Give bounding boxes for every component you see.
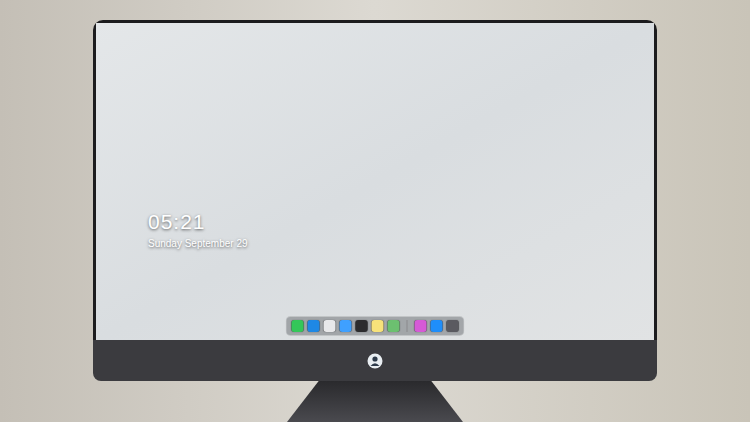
time: 05:21	[148, 209, 248, 235]
dock-separator	[407, 320, 408, 332]
date: Sunday September 29	[148, 237, 248, 251]
dock-app-icon[interactable]	[431, 320, 443, 332]
dock-app-icon[interactable]	[356, 320, 368, 332]
page: 05:21 Sunday September 29	[0, 0, 750, 422]
monitor-chin	[93, 340, 657, 381]
dock-app-icon[interactable]	[415, 320, 427, 332]
dock-app-icon[interactable]	[447, 320, 459, 332]
lock-clock: 05:21 Sunday September 29	[148, 209, 248, 251]
dock-app-icon[interactable]	[292, 320, 304, 332]
dock	[286, 316, 465, 336]
dock-app-icon[interactable]	[324, 320, 336, 332]
screen: 05:21 Sunday September 29	[96, 23, 654, 340]
wallpaper	[96, 23, 654, 340]
dock-app-icon[interactable]	[308, 320, 320, 332]
brand-logo-icon	[367, 353, 383, 369]
monitor-bezel: 05:21 Sunday September 29	[93, 20, 657, 340]
dock-app-icon[interactable]	[388, 320, 400, 332]
monitor-stand	[287, 381, 463, 422]
dock-app-icon[interactable]	[372, 320, 384, 332]
dock-app-icon[interactable]	[340, 320, 352, 332]
